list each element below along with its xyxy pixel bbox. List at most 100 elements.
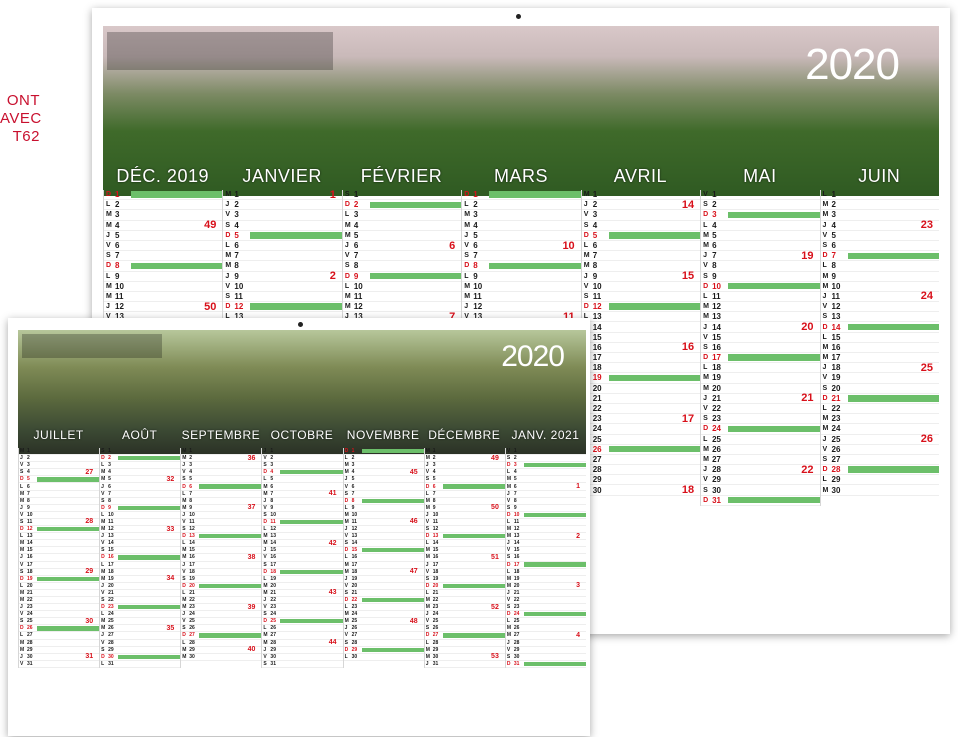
day-number: 8	[592, 261, 598, 271]
day-row: V 21	[100, 590, 181, 597]
day-row: J 28 22	[701, 464, 820, 476]
weekday-letter: J	[263, 646, 267, 653]
day-highlight	[489, 232, 580, 238]
day-row: V 31	[19, 661, 100, 668]
day-number: 9	[432, 504, 436, 511]
day-number: 26	[27, 625, 33, 632]
week-number: 16	[681, 341, 695, 354]
day-highlight	[489, 283, 580, 289]
day-number: 19	[432, 575, 439, 582]
day-number: 5	[27, 476, 30, 483]
day-row: J2317	[581, 413, 701, 425]
weekday-letter: M	[822, 425, 829, 433]
day-number: 16	[108, 554, 114, 561]
day-row: J 12 50	[104, 300, 223, 313]
day-row: L6	[223, 241, 342, 252]
day-number: 10	[592, 281, 602, 291]
day-row: S5	[181, 476, 262, 484]
day-row: J 30 31	[19, 653, 100, 661]
day-number: 10	[108, 511, 114, 518]
weekday-letter: M	[506, 483, 512, 490]
day-highlight	[118, 555, 181, 560]
day-highlight	[609, 334, 700, 340]
day-number: 3	[115, 210, 120, 220]
weekday-letter: S	[822, 242, 828, 250]
weekday-letter: L	[506, 568, 510, 575]
day-row: J 4 23	[820, 219, 939, 231]
day-highlight	[443, 491, 505, 495]
weekday-letter: S	[425, 575, 430, 582]
day-highlight	[489, 253, 580, 259]
day-highlight	[728, 211, 820, 219]
day-row: V 22	[701, 404, 820, 415]
weekday-letter: M	[425, 448, 430, 455]
day-row: J3	[181, 462, 262, 470]
week-number: 50	[204, 300, 217, 313]
day-number: 17	[831, 353, 841, 363]
day-highlight	[443, 520, 505, 524]
weekday-letter: M	[464, 282, 471, 290]
day-row: D 15	[343, 547, 424, 555]
month-column: J 1 V 2 S 3 D 4 L 5 M 6 M 7 41 J 8 V 9 S 10 D 11 L 12 M 13 M 14 42 J 15…	[261, 448, 343, 668]
weekday-letter: D	[20, 575, 24, 582]
weekday-letter: S	[425, 476, 430, 483]
day-highlight	[118, 604, 181, 610]
weekday-letter: M	[583, 191, 590, 199]
day-number: 31	[108, 660, 114, 667]
day-number: 9	[592, 271, 598, 281]
day-row: D 31	[505, 661, 586, 668]
day-row: V 15	[505, 547, 586, 555]
day-highlight	[728, 477, 819, 483]
weekday-letter: L	[20, 632, 24, 639]
day-highlight	[728, 365, 819, 371]
day-row: S 19	[424, 575, 505, 583]
weekday-letter: D	[182, 483, 186, 490]
day-highlight	[370, 253, 461, 259]
weekday-letter: M	[822, 201, 829, 209]
day-highlight	[362, 541, 424, 545]
day-row: V 27	[343, 632, 424, 640]
day-row: S7	[343, 491, 424, 498]
day-row: S18	[581, 363, 701, 374]
day-row: S 21	[343, 590, 424, 597]
day-number: 9	[351, 504, 355, 511]
day-number: 26	[189, 625, 195, 632]
day-number: 11	[351, 518, 357, 525]
weekday-letter: J	[101, 632, 104, 639]
day-number: 24	[27, 611, 33, 618]
weekday-letter: S	[344, 191, 350, 199]
day-highlight	[199, 491, 261, 495]
weekday-letter: L	[464, 272, 469, 280]
day-number: 11	[432, 518, 438, 525]
day-number: 20	[432, 582, 439, 589]
day-highlight	[118, 612, 180, 616]
weekday-letter: M	[101, 625, 106, 632]
day-number: 1	[353, 190, 359, 200]
day-number: 19	[108, 575, 114, 582]
day-row: D6	[181, 483, 262, 491]
day-highlight	[37, 633, 99, 637]
day-row: D 17	[505, 562, 586, 569]
day-highlight	[609, 263, 700, 269]
weekday-letter: V	[703, 333, 708, 341]
day-highlight	[118, 449, 180, 453]
week-number: 45	[409, 468, 418, 476]
day-number: 13	[351, 533, 358, 540]
day-row: M 14 42	[262, 540, 343, 548]
day-number: 7	[513, 490, 517, 497]
day-row: D 23	[100, 604, 181, 612]
day-highlight	[524, 577, 586, 581]
weekday-letter: M	[20, 639, 25, 646]
day-row: S 26	[181, 625, 262, 633]
day-number: 6	[108, 483, 111, 490]
weekday-letter: M	[425, 604, 430, 611]
day-row: J9	[19, 505, 100, 512]
week-number: 47	[409, 568, 418, 576]
month-name: SEPTEMBRE	[181, 428, 261, 442]
day-highlight	[848, 385, 939, 391]
day-row: S 28	[343, 640, 424, 647]
day-number: 30	[189, 653, 195, 660]
week-number: 18	[681, 484, 695, 497]
day-highlight	[280, 470, 343, 475]
day-number: 25	[712, 434, 722, 444]
